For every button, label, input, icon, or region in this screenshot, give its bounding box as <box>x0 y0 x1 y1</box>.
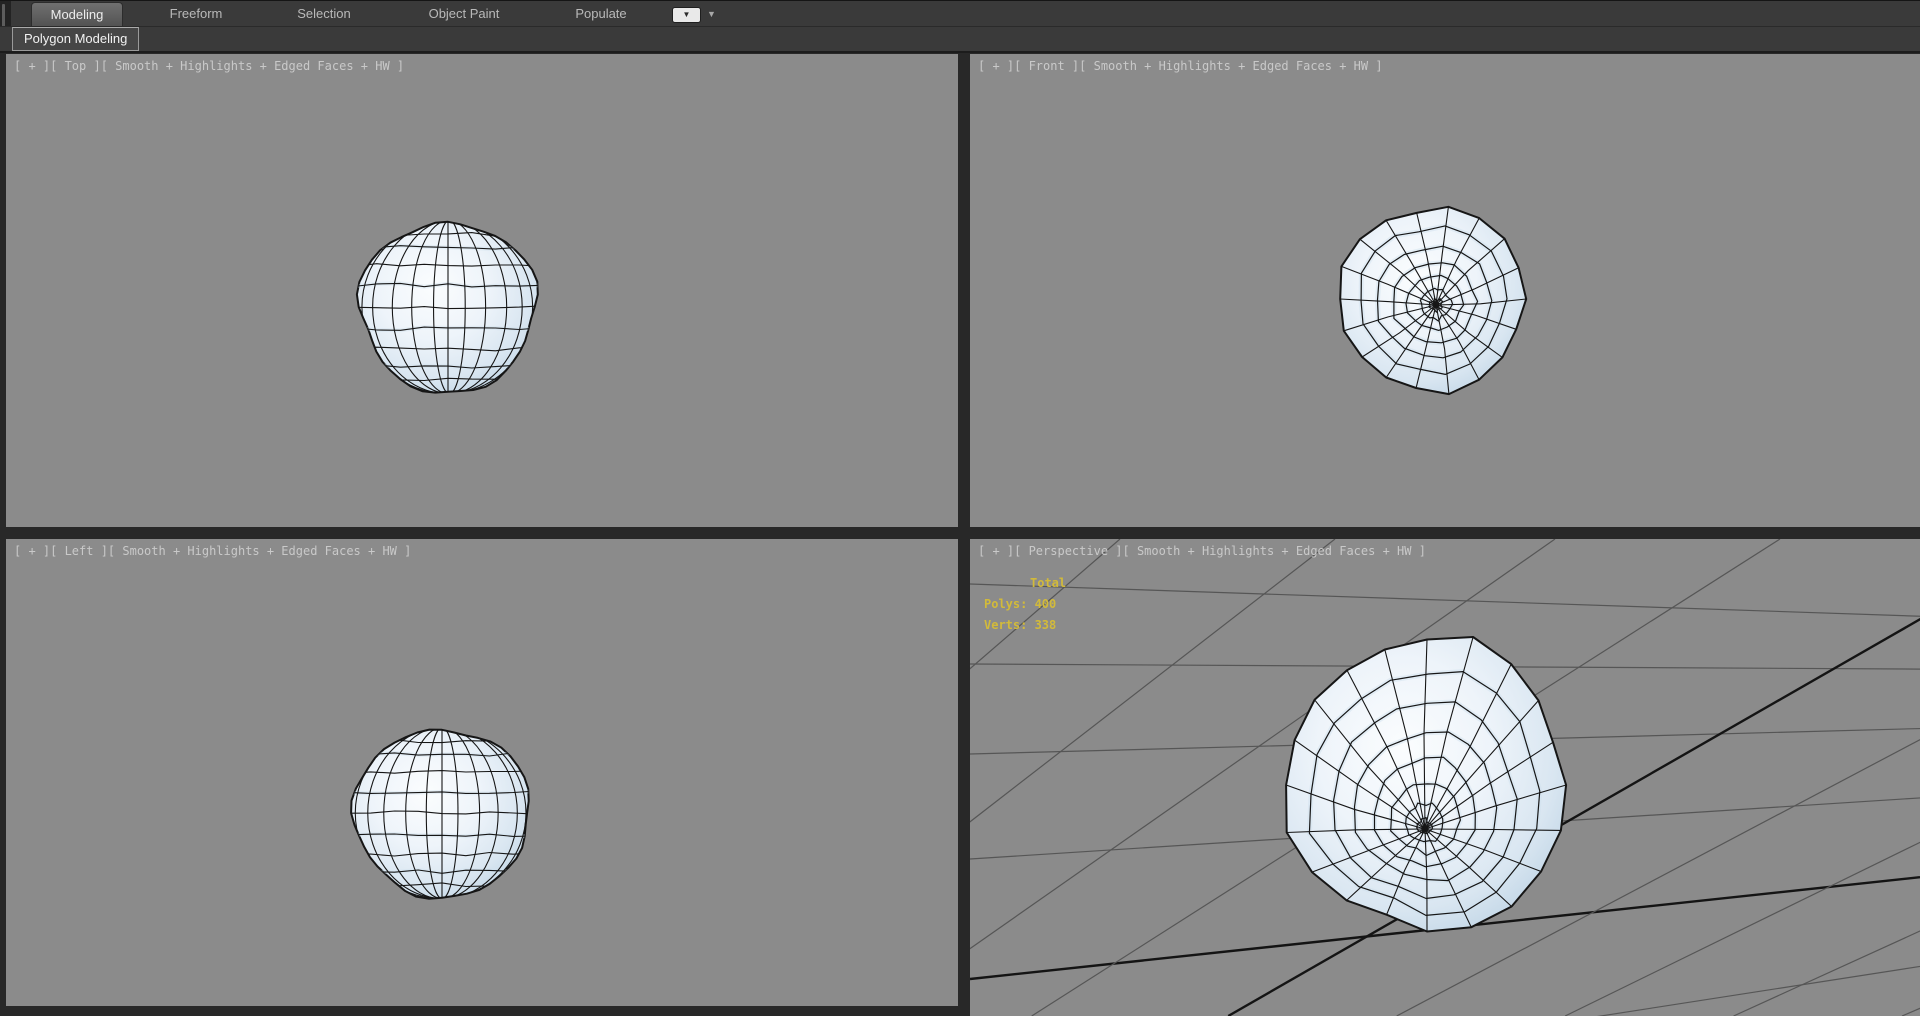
tab-selection[interactable]: Selection <box>286 2 362 26</box>
ribbon-tab-bar: Modeling Freeform Selection Object Paint… <box>0 1 1920 27</box>
stats-total-label: Total <box>1030 576 1067 590</box>
tab-freeform[interactable]: Freeform <box>159 2 233 26</box>
tab-populate[interactable]: Populate <box>561 2 641 26</box>
viewport-front-label[interactable]: [ + ][ Front ][ Smooth + Highlights + Ed… <box>978 59 1383 73</box>
chevron-down-icon: ▼ <box>707 9 716 19</box>
chevron-down-icon: ▼ <box>682 10 691 19</box>
viewport-left[interactable]: [ + ][ Left ][ Smooth + Highlights + Edg… <box>6 539 958 1006</box>
left-viewport-canvas <box>350 728 530 900</box>
front-viewport-canvas <box>1339 205 1528 396</box>
top-viewport-canvas <box>355 220 539 394</box>
viewport-top[interactable]: [ + ][ Top ][ Smooth + Highlights + Edge… <box>6 54 958 527</box>
tab-modeling[interactable]: Modeling <box>31 2 123 26</box>
stats-polys: Polys: 400 <box>984 597 1057 611</box>
perspective-viewport-canvas <box>970 539 1920 1016</box>
stats-verts: Verts: 338 <box>984 618 1057 632</box>
polygon-stats: Total Polys: 400 Verts: 338 <box>984 573 1066 636</box>
panel-tab-polygon-modeling[interactable]: Polygon Modeling <box>12 27 140 51</box>
tab-object-paint[interactable]: Object Paint <box>415 2 513 26</box>
viewport-front[interactable]: [ + ][ Front ][ Smooth + Highlights + Ed… <box>970 54 1920 527</box>
minimize-ribbon-button[interactable]: ▼ <box>672 7 701 23</box>
viewport-top-label[interactable]: [ + ][ Top ][ Smooth + Highlights + Edge… <box>14 59 404 73</box>
viewport-perspective[interactable]: [ + ][ Perspective ][ Smooth + Highlight… <box>970 539 1920 1016</box>
ribbon-panel-row: Polygon Modeling <box>0 27 1920 53</box>
viewport-perspective-label[interactable]: [ + ][ Perspective ][ Smooth + Highlight… <box>978 544 1426 558</box>
ribbon: Modeling Freeform Selection Object Paint… <box>0 0 1920 53</box>
ribbon-options-caret[interactable]: ▼ <box>707 9 716 19</box>
viewport-left-label[interactable]: [ + ][ Left ][ Smooth + Highlights + Edg… <box>14 544 411 558</box>
